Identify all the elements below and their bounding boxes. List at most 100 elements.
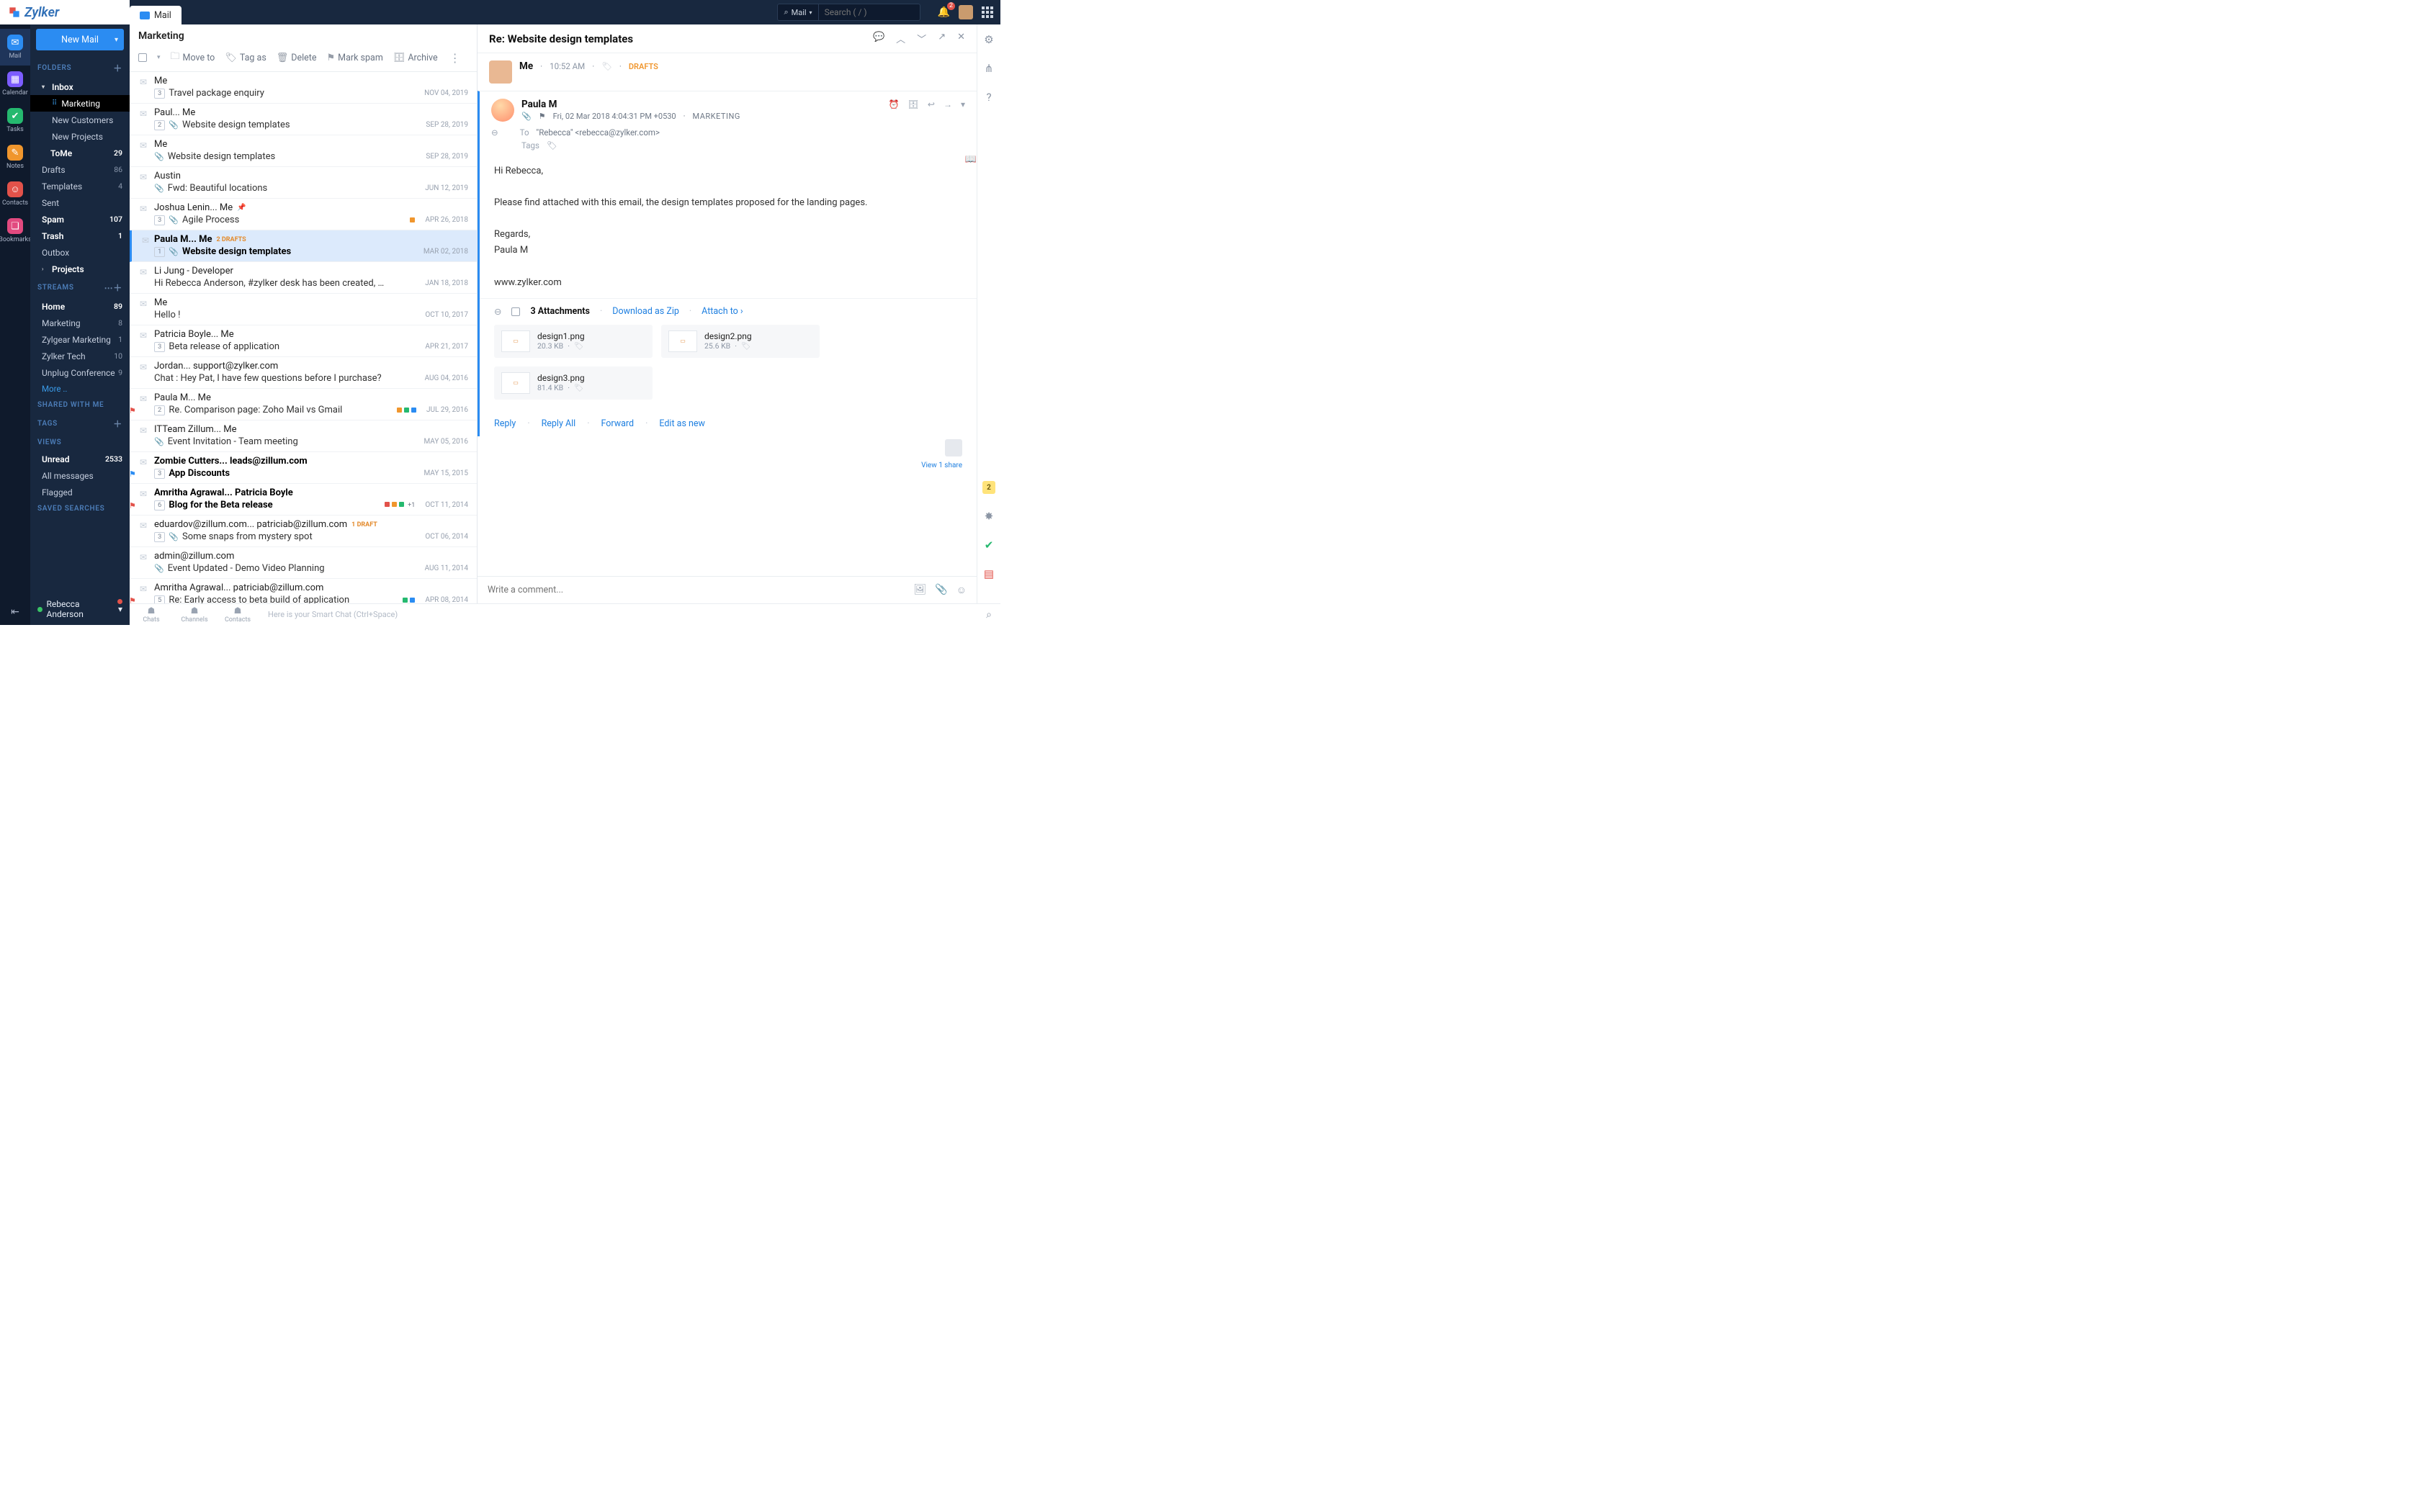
mail-row[interactable]: ✉ ⚑ Amritha Agrawal... Patricia Boyle 6 … — [130, 484, 477, 516]
tasks-widget-icon[interactable]: ✸ — [985, 510, 994, 523]
mail-row[interactable]: ✉ eduardov@zillum.com... patriciab@zillu… — [130, 516, 477, 547]
stream-item[interactable]: Zylker Tech10 — [30, 348, 130, 364]
rail-item-mail[interactable]: ✉Mail — [0, 29, 32, 66]
mail-row[interactable]: ✉ Me 3 Travel package enquiry NOV 04, 20… — [130, 72, 477, 104]
avatar[interactable] — [959, 5, 973, 19]
sidebar-item-outbox[interactable]: Outbox — [30, 244, 130, 261]
tag-as-button[interactable]: 🏷Tag as — [225, 53, 266, 63]
reply-icon[interactable]: ↩ — [928, 99, 935, 109]
streams-options-icon[interactable]: ⋯＋ — [104, 282, 122, 294]
select-all-attachments[interactable] — [511, 307, 520, 316]
reply-all-link[interactable]: Reply All — [542, 418, 576, 429]
flag-icon[interactable]: ⚑ — [130, 596, 136, 603]
smart-chat-hint[interactable]: Here is your Smart Chat (Ctrl+Space) — [259, 610, 977, 619]
comment-input[interactable] — [488, 585, 913, 595]
view-shares-link[interactable]: View 1 share — [921, 462, 962, 469]
attachment-options-icon[interactable]: 🏷 — [741, 341, 750, 351]
collapse-icon[interactable]: ⊖ — [494, 306, 501, 318]
insert-file-icon[interactable]: 📎 — [935, 584, 947, 596]
flag-icon[interactable]: ⚑ — [539, 112, 546, 121]
sidebar-item-tome[interactable]: ToMe29 — [30, 145, 130, 161]
chevron-down-icon[interactable]: ▾ — [157, 54, 161, 61]
mail-row[interactable]: ✉ ⚑ Paula M... Me 2 Re. Comparison page:… — [130, 389, 477, 420]
attachment-options-icon[interactable]: 🏷 — [574, 341, 583, 351]
mail-row[interactable]: ✉ Li Jung - Developer Hi Rebecca Anderso… — [130, 262, 477, 294]
search-scope-selector[interactable]: ⌕ Mail ▾ — [778, 4, 818, 20]
rail-collapse-icon[interactable]: ⇤ — [11, 599, 19, 625]
mail-row[interactable]: ✉ Patricia Boyle... Me 3 Beta release of… — [130, 325, 477, 357]
delete-button[interactable]: 🗑Delete — [277, 53, 317, 63]
prev-mail-icon[interactable]: ︿ — [896, 32, 905, 45]
msg-stream-label[interactable]: MARKETING — [693, 112, 740, 121]
stream-item[interactable]: Unplug Conference9 — [30, 364, 130, 381]
stream-item[interactable]: Marketing8 — [30, 315, 130, 331]
mail-row[interactable]: ✉ Paula M... Me 2 DRAFTS 1 📎 Website des… — [130, 230, 477, 262]
sidebar-item-marketing[interactable]: ⠿Marketing — [30, 95, 130, 112]
sidebar-item-spam[interactable]: Spam107 — [30, 211, 130, 228]
reply-link[interactable]: Reply — [494, 418, 516, 429]
integrations-icon[interactable]: ⋔ — [985, 62, 994, 75]
current-user[interactable]: Rebecca Anderson ▾ — [30, 593, 130, 625]
rail-item-contacts[interactable]: ☺Contacts — [0, 176, 32, 212]
open-external-icon[interactable]: ↗ — [938, 32, 946, 45]
gear-icon[interactable]: ⚙ — [984, 33, 993, 46]
sidebar-item-inbox[interactable]: ▾Inbox — [30, 78, 130, 95]
edit-as-new-link[interactable]: Edit as new — [659, 418, 705, 429]
sidebar-item-templates[interactable]: Templates4 — [30, 178, 130, 194]
move-to-button[interactable]: 🗀Move to — [171, 50, 215, 66]
search-input[interactable] — [819, 7, 920, 17]
next-mail-icon[interactable]: ﹀ — [917, 32, 926, 45]
search-icon[interactable]: ⌕ — [977, 609, 1000, 621]
add-folder-icon[interactable]: ＋ — [113, 62, 122, 74]
mail-row[interactable]: ✉ ⚑ Amritha Agrawal... patriciab@zillum.… — [130, 579, 477, 603]
notifications-button[interactable]: 🔔2 — [938, 6, 950, 18]
calendar-widget-icon[interactable]: 2 — [982, 481, 995, 494]
flag-icon[interactable]: ⚑ — [130, 501, 136, 510]
view-item[interactable]: All messages — [30, 467, 130, 484]
add-tag-icon[interactable]: ＋ — [113, 418, 122, 430]
sidebar-item-new-projects[interactable]: New Projects — [30, 128, 130, 145]
archive-icon[interactable]: 🗄 — [908, 99, 919, 109]
forward-link[interactable]: Forward — [601, 418, 634, 429]
attachment-card[interactable]: ▭ design1.png 20.3 KB · 🏷 — [494, 325, 653, 358]
attachment-card[interactable]: ▭ design2.png 25.6 KB · 🏷 — [661, 325, 820, 358]
mail-row[interactable]: ✉ Me Hello ! OCT 10, 2017 — [130, 294, 477, 325]
mail-row[interactable]: ✉ Austin 📎 Fwd: Beautiful locations JUN … — [130, 167, 477, 199]
select-all-checkbox[interactable] — [138, 53, 147, 62]
view-item[interactable]: Flagged — [30, 484, 130, 500]
stream-item[interactable]: Home89 — [30, 298, 130, 315]
notes-widget-icon[interactable]: ✔ — [985, 539, 994, 552]
rail-item-bookmarks[interactable]: ❏Bookmarks — [0, 212, 32, 249]
emoji-icon[interactable]: ☺ — [956, 584, 967, 596]
new-mail-button[interactable]: New Mail ▾ — [36, 29, 124, 50]
download-zip-link[interactable]: Download as Zip — [612, 306, 679, 317]
mail-row[interactable]: ✉ Jordan... support@zylker.com Chat : He… — [130, 357, 477, 389]
thread-item-collapsed[interactable]: Me · 10:52 AM · 🏷 · DRAFTS — [478, 53, 977, 91]
bottom-tab-channels[interactable]: ☗Channels — [173, 606, 216, 624]
close-icon[interactable]: ✕ — [957, 32, 965, 45]
apps-grid-icon[interactable] — [982, 6, 993, 18]
sidebar-item-drafts[interactable]: Drafts86 — [30, 161, 130, 178]
mail-row[interactable]: ✉ Joshua Lenin... Me 📌 3 📎 Agile Process… — [130, 199, 477, 230]
sidebar-item-new-customers[interactable]: New Customers — [30, 112, 130, 128]
sidebar-item-projects[interactable]: ›Projects — [30, 261, 130, 277]
mail-row[interactable]: ✉ admin@zillum.com 📎 Event Updated - Dem… — [130, 547, 477, 579]
view-item[interactable]: Unread2533 — [30, 451, 130, 467]
bottom-tab-contacts[interactable]: ☗Contacts — [216, 606, 259, 624]
sidebar-item-trash[interactable]: Trash1 — [30, 228, 130, 244]
flag-icon[interactable]: ⚑ — [130, 469, 136, 479]
streams-more-link[interactable]: More .. — [30, 381, 130, 397]
dropdown-icon[interactable]: ⊖ — [491, 127, 498, 138]
help-icon[interactable]: ? — [986, 91, 991, 104]
chevron-down-icon[interactable]: ▾ — [115, 36, 118, 44]
more-options-icon[interactable]: ⋮ — [449, 51, 461, 65]
more-icon[interactable]: ▾ — [961, 99, 965, 109]
add-tag-icon[interactable]: 🏷 — [547, 140, 557, 150]
attachment-card[interactable]: ▭ design3.png 81.4 KB · 🏷 — [494, 366, 653, 400]
rail-item-notes[interactable]: ✎Notes — [0, 139, 32, 176]
tab-mail[interactable]: Mail — [130, 6, 182, 24]
insert-image-icon[interactable]: 🖼 — [913, 584, 926, 596]
mail-row[interactable]: ✉ ⚑ Zombie Cutters... leads@zillum.com 3… — [130, 452, 477, 484]
archive-button[interactable]: 🗄Archive — [393, 53, 438, 63]
rail-item-tasks[interactable]: ✔Tasks — [0, 102, 32, 139]
